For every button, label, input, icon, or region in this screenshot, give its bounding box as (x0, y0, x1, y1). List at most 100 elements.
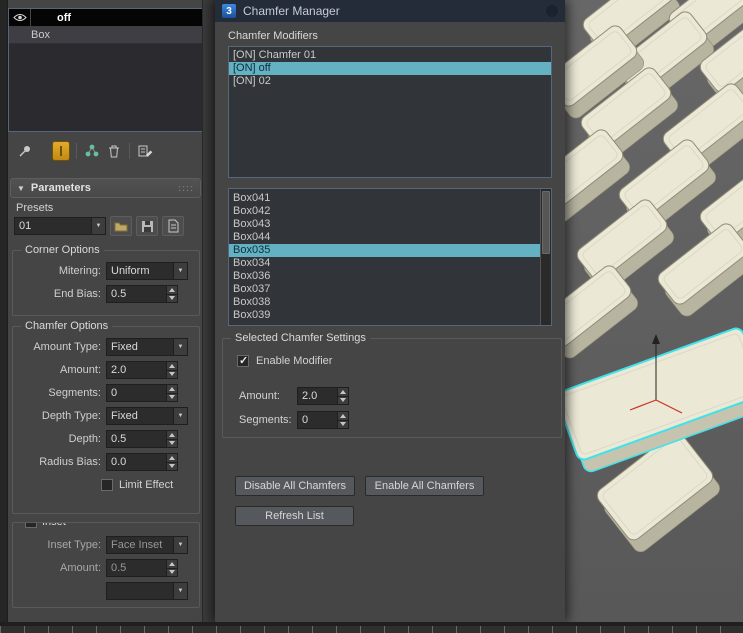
close-button[interactable] (546, 5, 558, 17)
list-item[interactable]: Box043 (229, 218, 540, 231)
stack-item-box[interactable]: Box (9, 27, 202, 44)
list-item[interactable]: Box041 (229, 192, 540, 205)
chevron-down-icon: ▼ (173, 583, 187, 599)
limit-effect-checkbox[interactable] (101, 479, 113, 491)
list-item[interactable]: [ON] off (229, 62, 551, 75)
rollout-grip-icon: :::: (178, 183, 194, 193)
disable-all-chamfers-button[interactable]: Disable All Chamfers (235, 476, 355, 496)
list-item[interactable]: Box039 (229, 309, 540, 322)
timeline-ticks (0, 626, 743, 633)
enable-all-chamfers-button[interactable]: Enable All Chamfers (365, 476, 484, 496)
spinner[interactable]: 0.5 (106, 559, 178, 577)
scrollbar-thumb[interactable] (542, 191, 550, 254)
configure-modifier-sets-icon[interactable] (134, 140, 156, 162)
list-item[interactable]: Box042 (229, 205, 540, 218)
chevron-down-icon: ▼ (91, 218, 105, 234)
segments-label: Segments: (239, 414, 292, 426)
group-title: Corner Options (21, 244, 104, 256)
spinner[interactable]: 0.0 (106, 453, 178, 471)
dialog-title: Chamfer Manager (243, 4, 340, 18)
make-unique-icon[interactable] (81, 140, 103, 162)
list-item[interactable]: Box037 (229, 283, 540, 296)
modifier-list[interactable]: [ON] Chamfer 01 [ON] off [ON] 02 (228, 46, 552, 178)
preset-row: 01 ▼ (14, 216, 184, 236)
param-label: Amount: (60, 364, 101, 376)
dropdown[interactable]: Fixed ▼ (106, 407, 188, 425)
remove-modifier-icon[interactable] (103, 140, 125, 162)
inset-group-title: Inset (42, 522, 66, 528)
spinner-arrows[interactable] (166, 431, 177, 447)
param-row: Depth: 0.5 (17, 430, 195, 448)
group-title: Chamfer Options (21, 320, 113, 332)
parameters-rollout-header[interactable]: ▼ Parameters :::: (10, 178, 201, 198)
dropdown[interactable]: ▼ (106, 582, 188, 600)
param-row: Mitering: Uniform ▼ (17, 262, 195, 280)
selected-chamfer-settings-group: Selected Chamfer Settings Enable Modifie… (222, 332, 562, 438)
chamfer-options-group: Chamfer Options Amount Type: Fixed ▼ Amount… (12, 320, 200, 514)
presets-label: Presets (16, 202, 54, 214)
list-item[interactable]: Box034 (229, 257, 540, 270)
param-label: Inset Type: (47, 539, 101, 551)
pin-stack-icon[interactable] (14, 140, 36, 162)
param-row: End Bias: 0.5 (17, 285, 195, 303)
spinner[interactable]: 0.5 (106, 285, 178, 303)
param-row: Amount Type: Fixed ▼ (17, 338, 195, 356)
spinner-arrows[interactable] (166, 560, 177, 576)
refresh-list-button[interactable]: Refresh List (235, 506, 354, 526)
param-label: Mitering: (58, 265, 101, 277)
dropdown[interactable]: Face Inset ▼ (106, 536, 188, 554)
scrollbar[interactable] (540, 189, 551, 325)
param-row: Inset Type: Face Inset ▼ (17, 536, 195, 554)
left-edge-strip (0, 0, 8, 622)
3d-box[interactable] (565, 263, 641, 362)
amount-spinner[interactable]: 2.0 (297, 387, 349, 405)
toolbar-separator (129, 143, 130, 159)
spinner-arrows[interactable] (166, 362, 177, 378)
list-item[interactable]: [ON] 02 (229, 75, 551, 88)
dropdown[interactable]: Fixed ▼ (106, 338, 188, 356)
segments-spinner[interactable]: 0 (297, 411, 349, 429)
show-end-result-icon[interactable] (50, 140, 72, 162)
modifier-stack: off Box (8, 8, 202, 132)
list-item[interactable]: Box035 (229, 244, 540, 257)
param-row: Radius Bias: 0.0 (17, 453, 195, 471)
modifier-stack-toolbar (8, 138, 202, 164)
corner-options-group: Corner Options Mitering: Uniform ▼ End Bias… (12, 244, 200, 316)
inset-checkbox[interactable] (25, 523, 37, 528)
spinner-arrows[interactable] (166, 454, 177, 470)
dropdown[interactable]: Uniform ▼ (106, 262, 188, 280)
chevron-down-icon: ▼ (173, 408, 187, 424)
modifier-stack-active-row[interactable]: off (9, 9, 202, 27)
save-preset-button[interactable] (136, 216, 158, 236)
spinner-arrows[interactable] (166, 385, 177, 401)
viewport-svg (565, 0, 743, 553)
enable-modifier-checkbox[interactable] (237, 354, 249, 367)
list-item[interactable]: Box038 (229, 296, 540, 309)
param-row: Segments: 0 (17, 384, 195, 402)
spinner[interactable]: 2.0 (106, 361, 178, 379)
rollout-title: Parameters (30, 182, 91, 194)
dialog-titlebar[interactable]: 3 Chamfer Manager (215, 0, 565, 22)
preset-dropdown[interactable]: 01 ▼ (14, 217, 106, 235)
spinner[interactable]: 0.5 (106, 430, 178, 448)
list-item[interactable]: Box036 (229, 270, 540, 283)
timeline-bar[interactable] (0, 622, 743, 633)
limit-effect-label: Limit Effect (119, 479, 174, 491)
param-label: Segments: (48, 387, 101, 399)
viewport-3d[interactable] (565, 0, 743, 622)
param-label: Radius Bias: (39, 456, 101, 468)
amount-label: Amount: (239, 390, 280, 402)
delete-preset-button[interactable] (162, 216, 184, 236)
list-item[interactable]: Box044 (229, 231, 540, 244)
list-item[interactable]: [ON] Chamfer 01 (229, 49, 551, 62)
spinner[interactable]: 0 (106, 384, 178, 402)
chamfer-manager-window: 3 Chamfer Manager Chamfer Modifiers [ON]… (215, 0, 565, 622)
param-label: Amount Type: (33, 341, 101, 353)
load-preset-button[interactable] (110, 216, 132, 236)
spinner-arrows[interactable] (166, 286, 177, 302)
object-list[interactable]: Box041 Box042 Box043 Box044 Box035 Box034 Box0… (228, 188, 552, 326)
toolbar-separator (76, 143, 77, 159)
eye-icon[interactable] (9, 9, 31, 26)
command-panel: off Box ▼ Parameters:::: Presets 01 ▼ C… (8, 0, 203, 622)
chevron-down-icon: ▼ (173, 263, 187, 279)
